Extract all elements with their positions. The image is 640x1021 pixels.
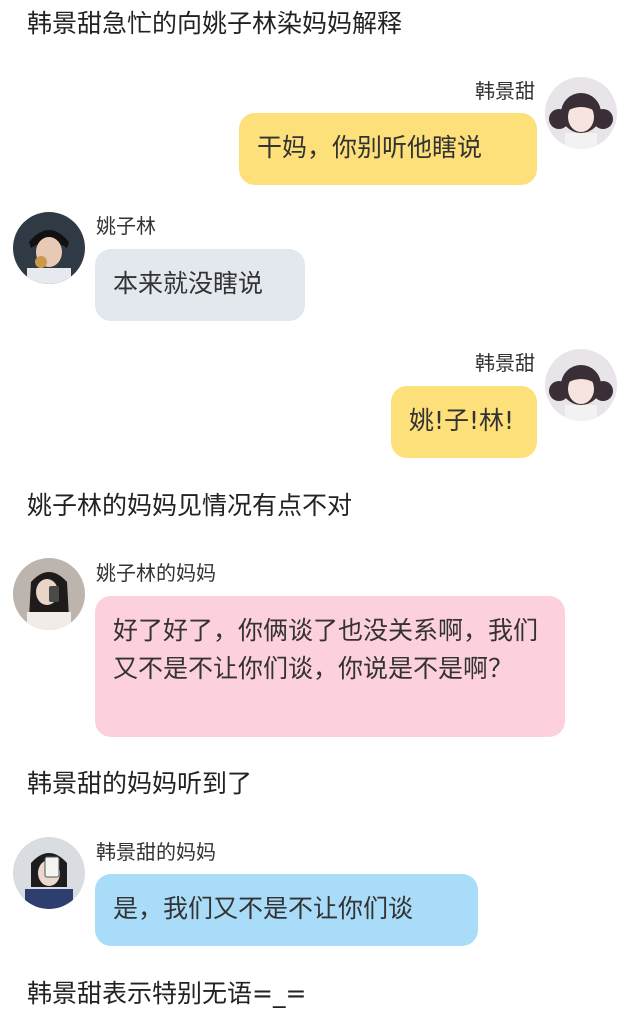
narration-text: 韩景甜表示特别无语=_=: [27, 979, 307, 1008]
sender-name: 韩景甜: [475, 79, 535, 103]
narration-text: 韩景甜急忙的向姚子林染妈妈解释: [27, 9, 403, 38]
message-text: 姚!子!林!: [409, 406, 515, 435]
message-bubble[interactable]: 好了好了，你俩谈了也没关系啊，我们又不是不让你们谈，你说是不是啊？: [95, 596, 565, 737]
woman-selfie-avatar[interactable]: [13, 837, 85, 909]
sender-name: 姚子林的妈妈: [96, 561, 216, 585]
girl-pigtails-avatar[interactable]: [545, 349, 617, 421]
message-bubble[interactable]: 干妈，你别听他瞎说: [239, 113, 537, 185]
woman-phone-avatar[interactable]: [13, 558, 85, 630]
girl-pigtails-avatar[interactable]: [545, 77, 617, 149]
sender-name: 姚子林: [96, 214, 156, 238]
boy-avatar[interactable]: [13, 212, 85, 284]
narration-text: 韩景甜的妈妈听到了: [27, 769, 253, 798]
message-text: 是，我们又不是不让你们谈: [113, 894, 414, 923]
sender-name: 韩景甜的妈妈: [96, 840, 216, 864]
message-text: 干妈，你别听他瞎说: [257, 133, 483, 162]
narration-text: 姚子林的妈妈见情况有点不对: [27, 491, 353, 520]
message-bubble[interactable]: 姚!子!林!: [391, 386, 537, 458]
message-text: 本来就没瞎说: [113, 269, 264, 298]
message-bubble[interactable]: 是，我们又不是不让你们谈: [95, 874, 478, 946]
sender-name: 韩景甜: [475, 351, 535, 375]
message-bubble[interactable]: 本来就没瞎说: [95, 249, 305, 321]
message-text: 好了好了，你俩谈了也没关系啊，我们又不是不让你们谈，你说是不是啊？: [113, 616, 539, 683]
